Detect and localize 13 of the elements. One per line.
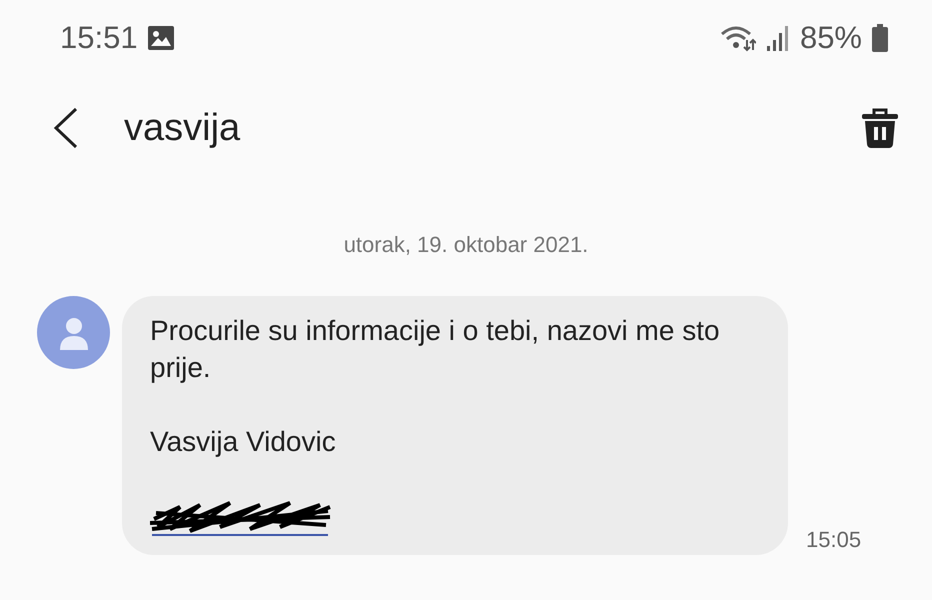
signal-icon xyxy=(766,24,790,52)
message-text: Procurile su informacije i o tebi, nazovi me sto prije. xyxy=(150,314,721,385)
wifi-icon xyxy=(720,24,756,52)
delete-button[interactable] xyxy=(862,108,898,148)
back-button[interactable] xyxy=(52,107,80,149)
conversation-title: vasvija xyxy=(124,106,242,150)
message-text: Vasvija Vidovic xyxy=(150,425,337,459)
date-divider: utorak, 19. oktobar 2021. xyxy=(344,232,588,258)
battery-icon xyxy=(872,24,888,52)
image-icon xyxy=(148,26,174,50)
status-time: 15:51 xyxy=(60,20,138,56)
message-time: 15:05 xyxy=(806,527,862,553)
battery-percent: 85% xyxy=(800,20,862,56)
